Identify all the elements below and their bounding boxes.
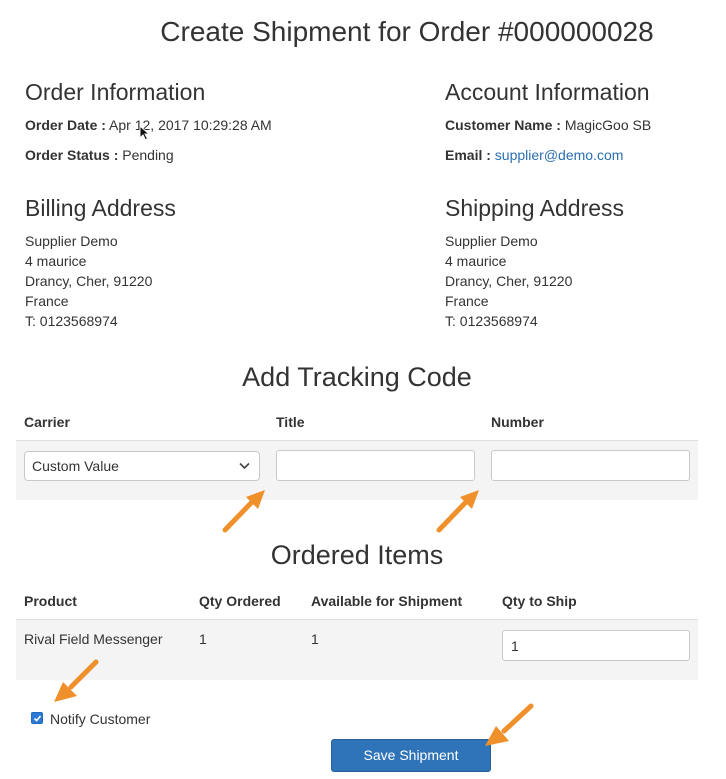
billing-address-line: Supplier Demo: [25, 233, 118, 249]
qty-ordered-column-header: Qty Ordered: [199, 593, 281, 609]
customer-name-row: Customer Name : MagicGoo SB: [445, 117, 651, 133]
annotation-arrow-icon: [485, 703, 534, 746]
notify-customer-checkbox[interactable]: [31, 712, 43, 724]
tracking-heading: Add Tracking Code: [242, 362, 472, 392]
checkmark-icon: [33, 715, 42, 722]
billing-address-line: 4 maurice: [25, 253, 87, 269]
shipping-address-heading: Shipping Address: [445, 195, 625, 221]
shipping-address-line: Supplier Demo: [445, 233, 538, 249]
available-value: 1: [311, 631, 319, 647]
shipping-address-line: T: 0123568974: [445, 313, 538, 329]
page-title: Create Shipment for Order #000000028: [160, 16, 654, 47]
annotation-arrow-icon: [54, 659, 99, 702]
order-date-value: Apr 12, 2017 10:29:28 AM: [109, 117, 272, 133]
order-status-row: Order Status : Pending: [25, 147, 174, 163]
order-information-heading: Order Information: [25, 79, 206, 105]
shipping-address-line: 4 maurice: [445, 253, 507, 269]
billing-address-line: Drancy, Cher, 91220: [25, 273, 153, 289]
qty-to-ship-input[interactable]: 1: [502, 630, 690, 661]
shipping-address-line: France: [445, 293, 489, 309]
save-shipment-button[interactable]: Save Shipment: [331, 739, 491, 772]
order-date-label: Order Date :: [25, 117, 106, 133]
carrier-select[interactable]: Custom Value: [24, 451, 260, 481]
order-status-value: Pending: [122, 147, 174, 163]
title-column-header: Title: [276, 414, 305, 430]
email-link[interactable]: supplier@demo.com: [495, 147, 624, 163]
product-name: Rival Field Messenger: [24, 631, 163, 647]
ordered-items-heading: Ordered Items: [270, 540, 444, 570]
annotation-arrow-icon: [222, 490, 265, 533]
number-column-header: Number: [491, 414, 544, 430]
shipping-address-line: Drancy, Cher, 91220: [445, 273, 573, 289]
email-label: Email :: [445, 147, 491, 163]
billing-address-line: T: 0123568974: [25, 313, 118, 329]
annotation-arrow-icon: [436, 490, 479, 533]
product-column-header: Product: [24, 593, 77, 609]
customer-name-label: Customer Name :: [445, 117, 561, 133]
billing-address-line: France: [25, 293, 69, 309]
order-status-label: Order Status :: [25, 147, 119, 163]
carrier-select-value: Custom Value: [32, 458, 119, 474]
billing-address-heading: Billing Address: [25, 195, 176, 221]
cursor-icon: [139, 125, 151, 141]
available-column-header: Available for Shipment: [311, 593, 463, 609]
email-row: Email : supplier@demo.com: [445, 147, 623, 163]
customer-name-value: MagicGoo SB: [564, 117, 652, 133]
account-information-heading: Account Information: [445, 79, 650, 105]
notify-customer-label[interactable]: Notify Customer: [50, 711, 150, 727]
qty-ordered-value: 1: [199, 631, 207, 647]
title-input[interactable]: [276, 450, 475, 481]
chevron-down-icon: [239, 459, 250, 473]
number-input[interactable]: [491, 450, 690, 481]
carrier-column-header: Carrier: [24, 414, 70, 430]
qty-to-ship-column-header: Qty to Ship: [502, 593, 577, 609]
